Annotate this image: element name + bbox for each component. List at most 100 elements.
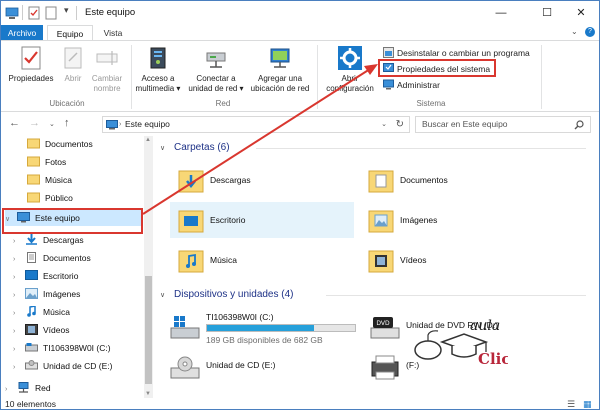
new-folder-quick-icon[interactable] [45, 6, 57, 20]
address-path: Este equipo [125, 119, 170, 129]
drive-e[interactable]: Unidad de CD (E:) [162, 348, 362, 388]
agregar-ubicacion-red-button[interactable]: Agregar una ubicación de red [247, 45, 313, 94]
collapsed-chevron-icon[interactable]: › [13, 234, 25, 250]
sidebar-item-drive-e[interactable]: › Unidad de CD (E:) [13, 358, 112, 374]
sidebar-item-drive-c[interactable]: › TI106398W0I (C:) [13, 340, 111, 356]
collapsed-chevron-icon[interactable]: › [13, 288, 25, 304]
acceso-label-2: multimedia ▾ [135, 84, 181, 93]
sidebar-item-label: Descargas [43, 235, 84, 245]
scroll-down-icon[interactable]: ▼ [145, 391, 151, 397]
collapse-ribbon-icon[interactable]: ⌄ [571, 27, 578, 36]
cambiar-nombre-button[interactable]: Cambiar nombre [87, 45, 127, 94]
forward-arrow-icon[interactable]: → [29, 117, 40, 129]
collapsed-chevron-icon[interactable]: › [13, 270, 25, 286]
section-collapse-icon[interactable]: ∨ [160, 288, 174, 304]
sidebar-item-fotos[interactable]: Fotos [27, 154, 66, 170]
sidebar-item-documentos[interactable]: › Documentos [13, 250, 91, 266]
sidebar-item-documentos-onedrive[interactable]: Documentos [27, 136, 93, 152]
sidebar-item-musica[interactable]: › Música [13, 304, 70, 320]
quick-access-dropdown-icon[interactable]: ▾ [64, 5, 69, 19]
sidebar-item-label: Escritorio [43, 271, 79, 281]
sidebar-item-label: Vídeos [43, 325, 70, 335]
sidebar-item-descargas[interactable]: › Descargas [13, 232, 84, 248]
refresh-icon[interactable]: ↻ [396, 117, 404, 132]
search-icon [574, 120, 584, 130]
search-placeholder: Buscar en Este equipo [422, 119, 508, 129]
properties-icon [21, 46, 41, 70]
back-arrow-icon[interactable]: ← [9, 117, 20, 129]
highlight-propiedades-sistema [378, 59, 496, 77]
drive-label: TI106398W0I (C:) [206, 312, 274, 322]
address-bar[interactable]: › Este equipo ⌄ ↻ [102, 116, 410, 133]
abrir-conf-label-2: configuración [326, 84, 374, 93]
tiles-view-icon[interactable]: ▦ [583, 398, 592, 409]
sidebar-item-publico[interactable]: Público [27, 190, 73, 206]
search-input[interactable]: Buscar en Este equipo [415, 116, 591, 133]
collapsed-chevron-icon[interactable]: › [13, 252, 25, 268]
drive-c[interactable]: TI106398W0I (C:) 189 GB disponibles de 6… [162, 308, 362, 348]
open-icon [64, 47, 82, 69]
propiedades-button[interactable]: Propiedades [5, 45, 57, 84]
scrollbar-thumb[interactable] [145, 276, 152, 384]
folder-tile-musica[interactable]: Música [170, 242, 354, 278]
collapsed-chevron-icon[interactable]: › [5, 382, 17, 398]
folder-tile-videos[interactable]: Vídeos [360, 242, 544, 278]
folder-tile-descargas[interactable]: Descargas [170, 162, 354, 198]
collapsed-chevron-icon[interactable]: › [13, 324, 25, 340]
breadcrumb-separator-icon[interactable]: › [119, 117, 121, 132]
collapsed-chevron-icon[interactable]: › [13, 360, 25, 376]
up-arrow-icon[interactable]: ↑ [64, 117, 70, 129]
folder-tile-escritorio[interactable]: Escritorio [170, 202, 354, 238]
maximize-button[interactable]: ☐ [533, 1, 561, 25]
status-bar: 10 elementos ☰ ▦ [1, 398, 599, 409]
settings-gear-icon [338, 46, 362, 70]
conectar-unidad-red-button[interactable]: Conectar a unidad de red ▾ [187, 45, 245, 94]
computer-icon [106, 120, 118, 130]
details-view-icon[interactable]: ☰ [567, 398, 575, 409]
aula-text: aula [470, 318, 500, 334]
sidebar-item-imagenes[interactable]: › Imágenes [13, 286, 80, 302]
group-sistema: Sistema [416, 99, 446, 108]
sidebar-item-red[interactable]: › Red [5, 380, 51, 396]
folder-label: Música [210, 255, 237, 265]
folder-label: Descargas [210, 175, 251, 185]
tab-vista[interactable]: Vista [97, 25, 129, 41]
tab-archivo[interactable]: Archivo [1, 25, 43, 41]
windows-drive-icon [170, 316, 200, 339]
sidebar-item-videos[interactable]: › Vídeos [13, 322, 69, 338]
section-collapse-icon[interactable]: ∨ [160, 141, 174, 157]
address-dropdown-icon[interactable]: ⌄ [381, 117, 387, 132]
properties-quick-icon[interactable] [28, 6, 40, 20]
collapsed-chevron-icon[interactable]: › [13, 306, 25, 322]
music-note-icon [27, 306, 36, 317]
sidebar-scrollbar[interactable]: ▲ ▼ [144, 136, 153, 398]
devices-section-header[interactable]: ∨ Dispositivos y unidades (4) [160, 287, 592, 303]
sidebar-item-label: Público [45, 193, 73, 203]
agregar-label-2: ubicación de red [250, 84, 310, 93]
minimize-button[interactable]: — [487, 1, 515, 25]
collapsed-chevron-icon[interactable]: › [13, 342, 25, 358]
abrir-label: Abrir [64, 74, 82, 83]
dvd-drive-icon: DVD [370, 317, 400, 339]
folders-section-header[interactable]: ∨ Carpetas (6) [160, 140, 592, 156]
sidebar-item-musica-onedrive[interactable]: Música [27, 172, 72, 188]
close-button[interactable]: ✕ [567, 1, 595, 25]
content-pane: ∨ Carpetas (6) Descargas Documentos Escri… [156, 136, 599, 398]
recent-locations-chevron-icon[interactable]: ⌄ [49, 120, 55, 128]
documents-folder-icon [368, 170, 394, 193]
acceso-multimedia-button[interactable]: Acceso a multimedia ▾ [133, 45, 183, 94]
abrir-configuracion-button[interactable]: Abrir configuración [323, 45, 377, 94]
folder-tile-documentos[interactable]: Documentos [360, 162, 544, 198]
sidebar-item-label: TI106398W0I (C:) [43, 343, 111, 353]
folder-tile-imagenes[interactable]: Imágenes [360, 202, 544, 238]
network-drive-icon [206, 52, 226, 68]
administrar-button[interactable]: Administrar [383, 79, 440, 92]
rename-icon [96, 51, 118, 65]
tab-equipo[interactable]: Equipo [47, 25, 93, 41]
sidebar-item-escritorio[interactable]: › Escritorio [13, 268, 78, 284]
scroll-up-icon[interactable]: ▲ [145, 137, 151, 143]
conectar-label-2: unidad de red ▾ [188, 84, 244, 93]
help-icon[interactable]: ? [585, 27, 595, 37]
abrir-conf-label-1: Abrir [341, 74, 359, 83]
abrir-button[interactable]: Abrir [59, 45, 87, 84]
